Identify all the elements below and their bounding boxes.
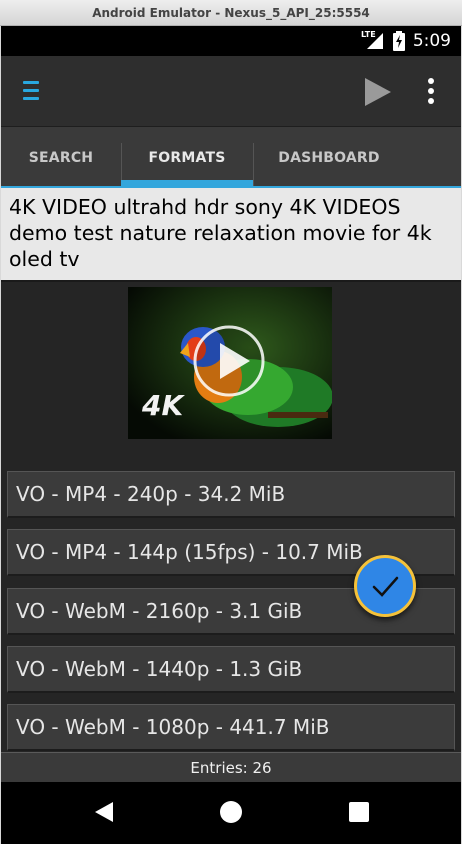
status-time: 5:09 [412,31,451,51]
format-item[interactable]: VO - MP4 - 240p - 34.2 MiB [7,471,455,518]
app-toolbar [1,56,461,126]
thumbnail-4k-badge: 4K [141,389,185,422]
more-vert-icon[interactable] [428,78,434,104]
lte-label: LTE [361,30,376,39]
status-bar: LTE 5:09 [1,26,461,56]
battery-charging-icon [392,31,405,51]
back-icon[interactable] [95,802,113,822]
device-screen: LTE 5:09 SEARCH FORMATS DASHBOARD 4K VID… [1,26,461,844]
tab-bar: SEARCH FORMATS DASHBOARD [1,126,461,189]
hamburger-menu-icon[interactable] [23,81,39,101]
entries-count: Entries: 26 [1,752,461,782]
format-item[interactable]: VO - WebM - 1080p - 441.7 MiB [7,704,455,751]
system-nav-bar [1,782,461,844]
format-item[interactable]: VO - WebM - 1440p - 1.3 GiB [7,646,455,693]
emulator-window-title: Android Emulator - Nexus_5_API_25:5554 [0,0,462,26]
divider [1,280,461,282]
tab-dashboard[interactable]: DASHBOARD [253,127,405,189]
tab-search[interactable]: SEARCH [1,127,121,189]
check-icon [372,576,399,597]
video-thumbnail[interactable]: 4K [128,287,332,439]
parrot-image: 4K [128,287,332,439]
home-icon[interactable] [220,801,242,823]
recents-icon[interactable] [349,802,369,822]
video-title: 4K VIDEO ultrahd hdr sony 4K VIDEOS demo… [1,188,461,280]
play-icon[interactable] [365,78,391,106]
formats-content[interactable]: 4K VIDEO ultrahd hdr sony 4K VIDEOS demo… [1,188,461,752]
confirm-fab-button[interactable] [354,555,416,617]
